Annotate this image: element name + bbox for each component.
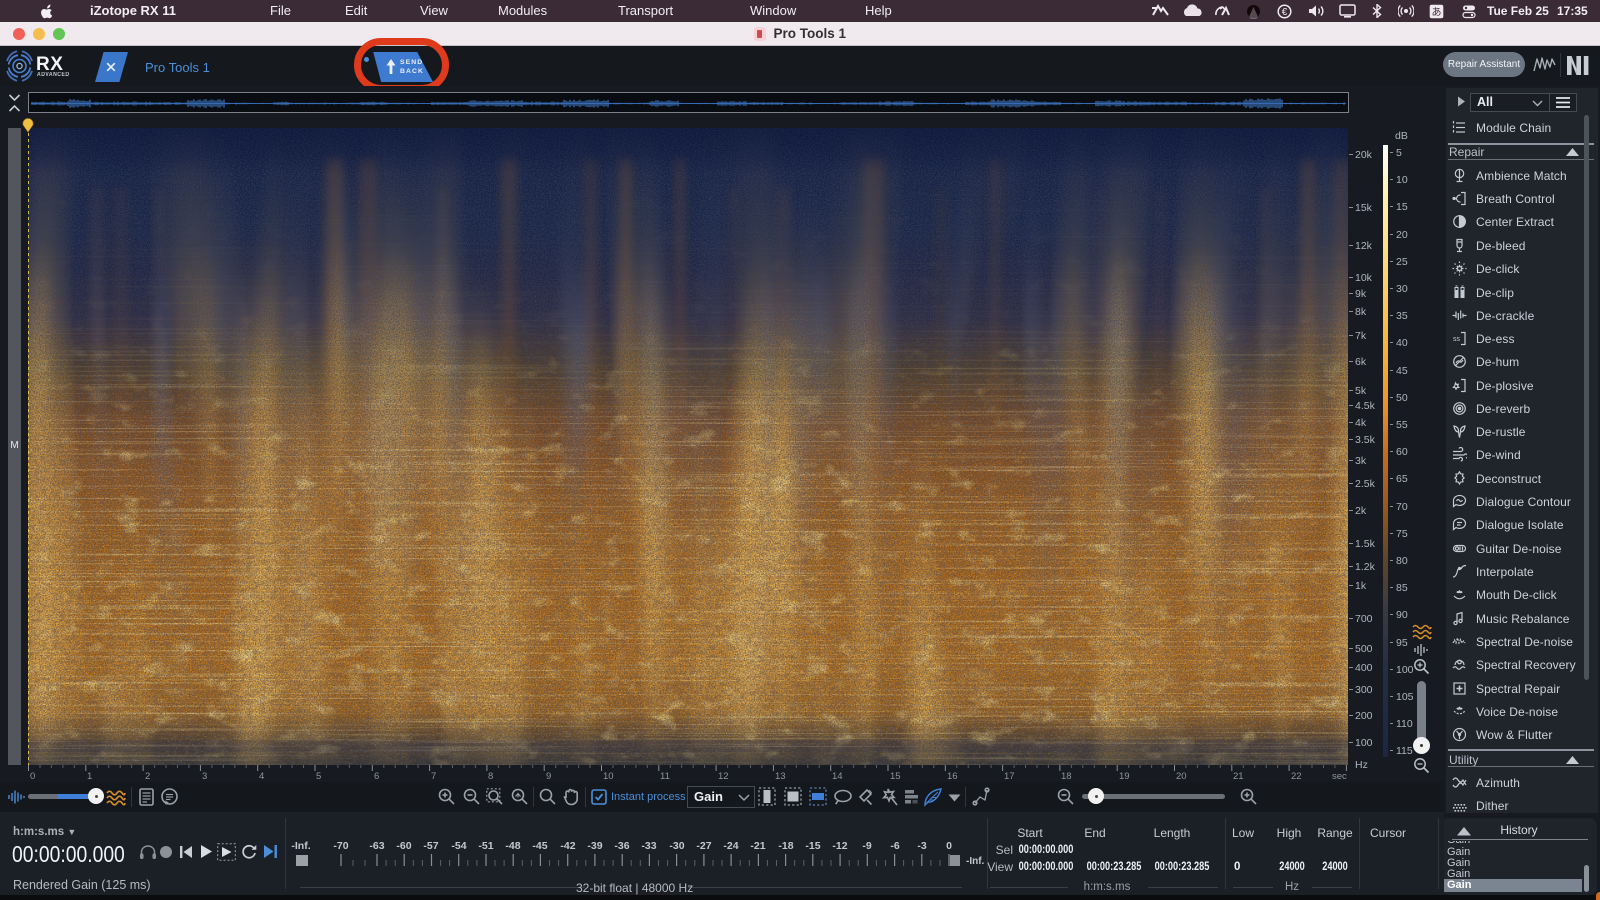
svg-text:ss: ss xyxy=(1453,336,1461,343)
svg-text:€: € xyxy=(1282,7,1288,18)
svg-text:あ: あ xyxy=(1432,6,1442,18)
